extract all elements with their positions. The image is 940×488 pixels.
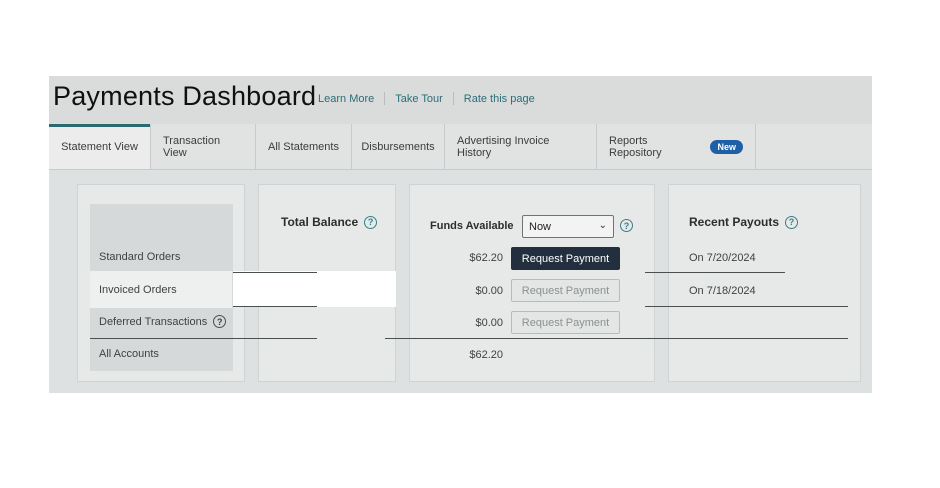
header-links: Learn More Take Tour Rate this page (318, 92, 545, 105)
request-payment-button-disabled[interactable]: Request Payment (511, 311, 620, 334)
payout-item[interactable]: On 7/18/2024 (689, 285, 756, 297)
payout-item[interactable]: On 7/20/2024 (689, 252, 756, 264)
amount-standard-orders: $62.20 (469, 252, 503, 264)
help-icon[interactable]: ? (785, 215, 799, 229)
take-tour-link[interactable]: Take Tour (385, 93, 453, 105)
row-label-invoiced-orders-highlighted: Invoiced Orders (99, 284, 177, 296)
tab-bar: Statement View Transaction View All Stat… (49, 124, 872, 170)
tab-statement-view[interactable]: Statement View (49, 124, 151, 169)
amount-deferred-transactions: $0.00 (475, 317, 503, 329)
rate-page-link[interactable]: Rate this page (454, 93, 545, 105)
tab-advertising-invoice-history[interactable]: Advertising Invoice History (445, 124, 597, 169)
request-payment-button-disabled[interactable]: Request Payment (511, 279, 620, 302)
tab-label: Reports Repository (609, 134, 662, 159)
new-badge: New (710, 139, 743, 154)
divider (233, 272, 317, 273)
select-value: Now (529, 220, 552, 233)
divider (645, 306, 848, 307)
divider (90, 338, 317, 339)
page-header: Payments Dashboard Learn More Take Tour … (49, 76, 872, 124)
tab-all-statements[interactable]: All Statements (256, 124, 352, 169)
row-label-text: Deferred Transactions (99, 315, 208, 328)
help-icon[interactable]: ? (213, 315, 227, 328)
help-icon[interactable]: ? (364, 215, 378, 229)
recent-payouts-title: Recent Payouts ? (689, 215, 799, 229)
amount-invoiced-orders: $0.00 (475, 285, 503, 297)
payments-dashboard: Payments Dashboard Learn More Take Tour … (49, 76, 872, 393)
card-title-text: Recent Payouts (689, 215, 780, 229)
chevron-down-icon: ⌄ (598, 220, 607, 231)
funds-available-title: Funds Available (430, 220, 514, 232)
recent-payouts-card: Recent Payouts ? On 7/20/2024 On 7/18/20… (668, 184, 861, 382)
divider (645, 272, 785, 273)
card-title-text: Total Balance (281, 215, 359, 229)
funds-available-card: Funds Available Now ⌄ ? $62.20 Request P… (409, 184, 655, 382)
amount-all-accounts: $62.20 (469, 349, 503, 361)
divider (385, 338, 848, 339)
help-icon[interactable]: ? (620, 219, 633, 232)
tab-reports-repository[interactable]: Reports Repository New (597, 124, 756, 169)
divider (233, 306, 317, 307)
funds-timing-select[interactable]: Now ⌄ (522, 215, 614, 238)
tab-transaction-view[interactable]: Transaction View (151, 124, 256, 169)
row-label-deferred-transactions: Deferred Transactions ? (99, 315, 227, 328)
row-label-standard-orders: Standard Orders (99, 251, 181, 263)
page-title: Payments Dashboard (53, 81, 317, 111)
learn-more-link[interactable]: Learn More (318, 93, 384, 105)
row-label-all-accounts: All Accounts (99, 348, 159, 360)
row-highlight (233, 271, 396, 307)
total-balance-title: Total Balance ? (281, 215, 378, 229)
tab-disbursements[interactable]: Disbursements (352, 124, 445, 169)
request-payment-button[interactable]: Request Payment (511, 247, 620, 270)
